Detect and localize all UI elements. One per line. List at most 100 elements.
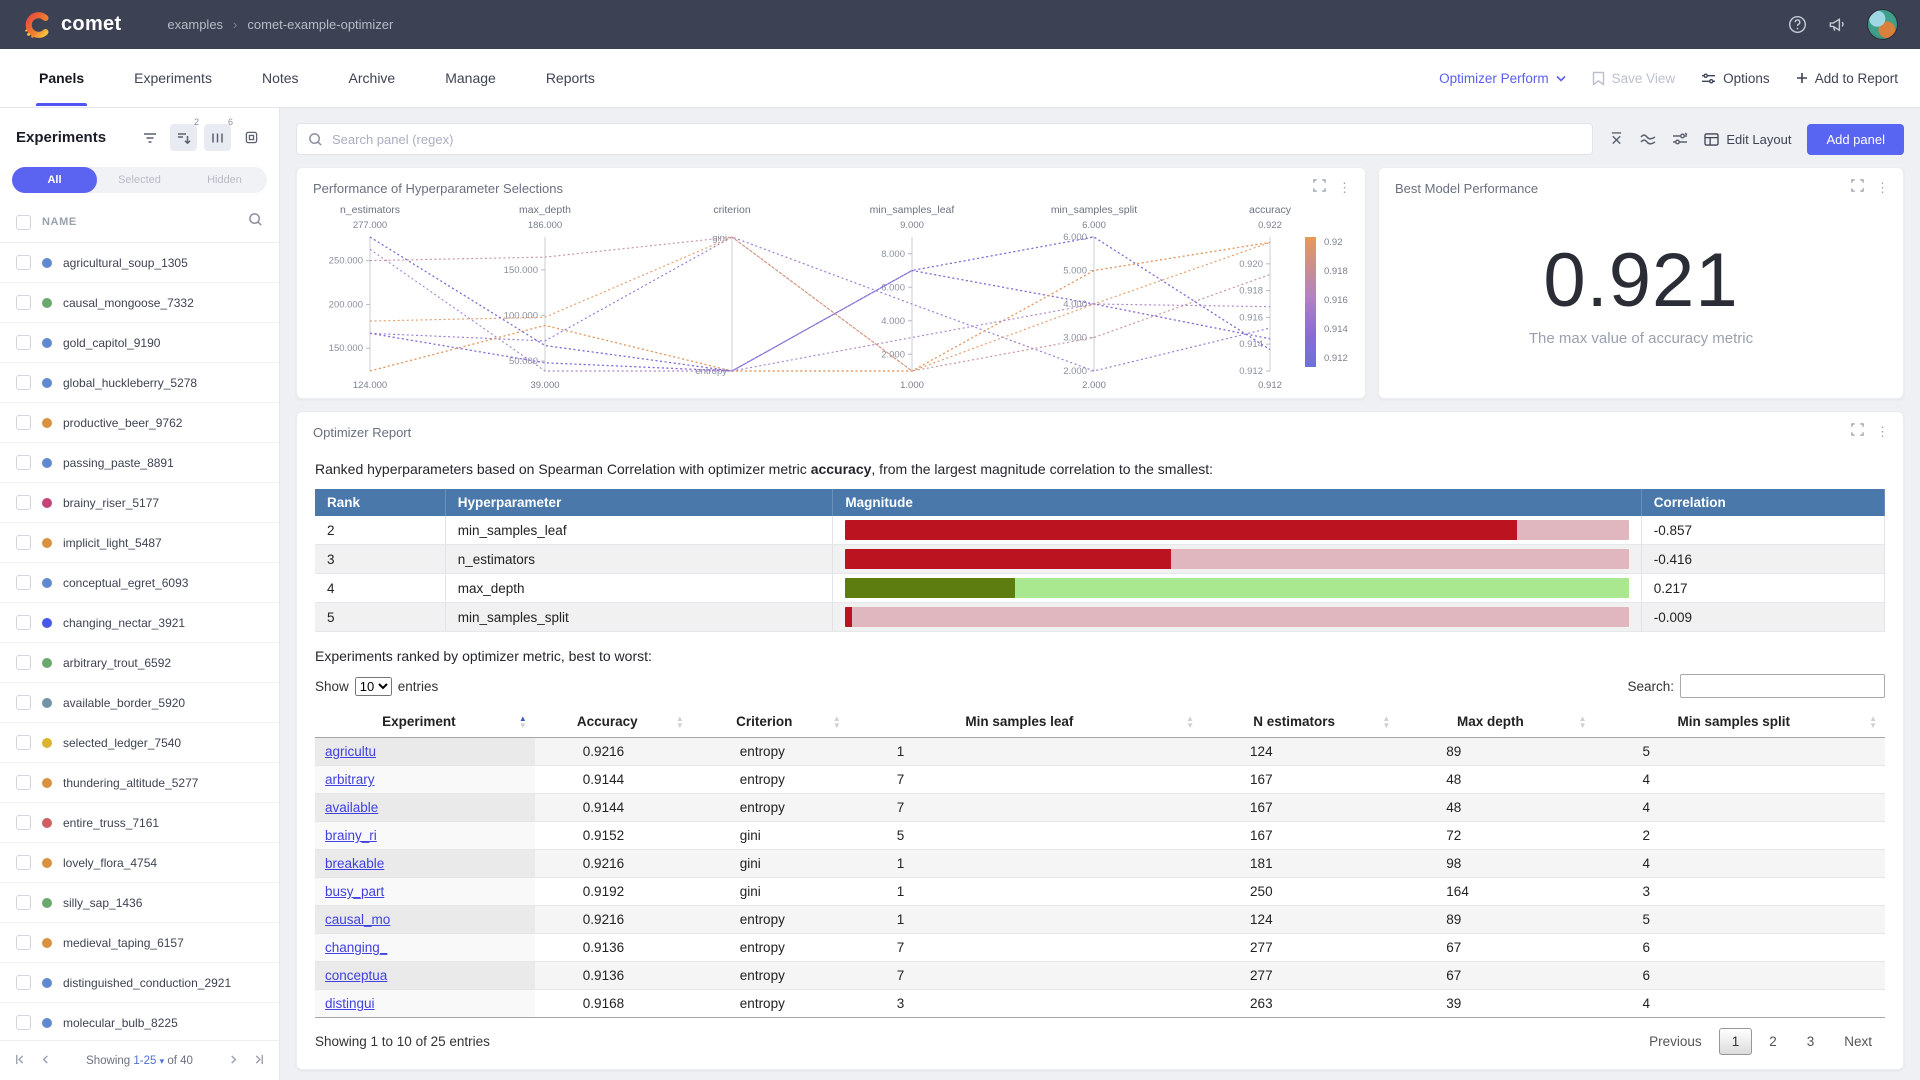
next-page-icon[interactable] bbox=[230, 1054, 238, 1068]
experiment-list-item[interactable]: brainy_riser_5177 bbox=[0, 483, 279, 523]
column-header-min-samples-split[interactable]: Min samples split▲▼ bbox=[1595, 706, 1885, 738]
experiment-list-item[interactable]: productive_beer_9762 bbox=[0, 403, 279, 443]
help-icon[interactable] bbox=[1788, 15, 1807, 34]
experiment-list-item[interactable]: silly_sap_1436 bbox=[0, 883, 279, 923]
experiment-checkbox[interactable] bbox=[16, 575, 31, 590]
edit-layout-button[interactable]: Edit Layout bbox=[1704, 132, 1791, 147]
experiment-checkbox[interactable] bbox=[16, 495, 31, 510]
compare-view-icon[interactable] bbox=[238, 124, 265, 151]
experiment-list-item[interactable]: selected_ledger_7540 bbox=[0, 723, 279, 763]
group-columns-icon[interactable]: 6 bbox=[204, 124, 231, 151]
expand-panel-icon[interactable] bbox=[1851, 179, 1864, 197]
panel-menu-icon[interactable]: ⋮ bbox=[1338, 180, 1351, 196]
experiment-list-item[interactable]: arbitrary_trout_6592 bbox=[0, 643, 279, 683]
announcements-megaphone-icon[interactable] bbox=[1827, 15, 1847, 34]
experiment-list-item[interactable]: thundering_altitude_5277 bbox=[0, 763, 279, 803]
experiment-list-item[interactable]: global_huckleberry_5278 bbox=[0, 363, 279, 403]
filter-pill-hidden[interactable]: Hidden bbox=[182, 167, 267, 193]
breadcrumb-project[interactable]: comet-example-optimizer bbox=[247, 17, 393, 32]
first-page-icon[interactable] bbox=[14, 1054, 25, 1068]
experiment-list-item[interactable]: lovely_flora_4754 bbox=[0, 843, 279, 883]
experiment-checkbox[interactable] bbox=[16, 975, 31, 990]
table-search-input[interactable] bbox=[1680, 674, 1885, 698]
breadcrumb-workspace[interactable]: examples bbox=[167, 17, 223, 32]
panel-menu-icon[interactable]: ⋮ bbox=[1876, 424, 1889, 440]
experiment-list-item[interactable]: agricultural_soup_1305 bbox=[0, 243, 279, 283]
x-axis-settings-icon[interactable] bbox=[1609, 132, 1624, 146]
column-header-max-depth[interactable]: Max depth▲▼ bbox=[1398, 706, 1594, 738]
tab-notes[interactable]: Notes bbox=[237, 50, 324, 106]
view-selector-dropdown[interactable]: Optimizer Perform bbox=[1439, 71, 1566, 86]
column-header-experiment[interactable]: Experiment▲▼ bbox=[315, 706, 535, 738]
tab-panels[interactable]: Panels bbox=[14, 50, 109, 106]
panel-search-input[interactable] bbox=[332, 132, 1581, 147]
page-range-dropdown[interactable]: 1-25 ▾ bbox=[133, 1055, 164, 1067]
select-all-checkbox[interactable] bbox=[16, 215, 31, 230]
experiment-checkbox[interactable] bbox=[16, 255, 31, 270]
experiment-checkbox[interactable] bbox=[16, 775, 31, 790]
experiment-link[interactable]: distingui bbox=[325, 996, 375, 1011]
prev-page-icon[interactable] bbox=[41, 1054, 49, 1068]
experiment-list-item[interactable]: conceptual_egret_6093 bbox=[0, 563, 279, 603]
add-panel-button[interactable]: Add panel bbox=[1807, 124, 1904, 155]
panel-menu-icon[interactable]: ⋮ bbox=[1876, 180, 1889, 196]
experiment-list-item[interactable]: implicit_light_5487 bbox=[0, 523, 279, 563]
options-button[interactable]: Options bbox=[1701, 71, 1770, 86]
experiment-link[interactable]: busy_part bbox=[325, 884, 384, 899]
expand-panel-icon[interactable] bbox=[1313, 179, 1326, 197]
column-header-n-estimators[interactable]: N estimators▲▼ bbox=[1202, 706, 1398, 738]
tab-archive[interactable]: Archive bbox=[324, 50, 421, 106]
experiment-link[interactable]: breakable bbox=[325, 856, 384, 871]
experiment-checkbox[interactable] bbox=[16, 695, 31, 710]
sort-experiments-icon[interactable]: 2 bbox=[170, 124, 197, 151]
next-page-button[interactable]: Next bbox=[1831, 1028, 1885, 1055]
tab-experiments[interactable]: Experiments bbox=[109, 50, 237, 106]
experiment-checkbox[interactable] bbox=[16, 855, 31, 870]
experiment-link[interactable]: conceptua bbox=[325, 968, 387, 983]
expand-panel-icon[interactable] bbox=[1851, 423, 1864, 441]
previous-page-button[interactable]: Previous bbox=[1636, 1028, 1715, 1055]
experiment-checkbox[interactable] bbox=[16, 535, 31, 550]
page-button-1[interactable]: 1 bbox=[1719, 1028, 1753, 1055]
experiment-link[interactable]: available bbox=[325, 800, 378, 815]
column-header-min-samples-leaf[interactable]: Min samples leaf▲▼ bbox=[849, 706, 1202, 738]
experiment-list-item[interactable]: gold_capitol_9190 bbox=[0, 323, 279, 363]
page-button-2[interactable]: 2 bbox=[1756, 1028, 1790, 1055]
experiment-checkbox[interactable] bbox=[16, 295, 31, 310]
experiment-checkbox[interactable] bbox=[16, 375, 31, 390]
experiment-checkbox[interactable] bbox=[16, 735, 31, 750]
save-view-button[interactable]: Save View bbox=[1592, 71, 1676, 86]
experiment-checkbox[interactable] bbox=[16, 615, 31, 630]
parallel-coordinates-chart[interactable]: n_estimators277.000150.000200.000250.000… bbox=[297, 199, 1365, 404]
outliers-filter-icon[interactable] bbox=[1672, 132, 1688, 146]
experiment-checkbox[interactable] bbox=[16, 815, 31, 830]
column-header-accuracy[interactable]: Accuracy▲▼ bbox=[535, 706, 692, 738]
experiment-list-item[interactable]: available_border_5920 bbox=[0, 683, 279, 723]
user-avatar[interactable] bbox=[1867, 9, 1898, 40]
experiment-link[interactable]: changing_ bbox=[325, 940, 387, 955]
experiment-checkbox[interactable] bbox=[16, 415, 31, 430]
experiment-list-item[interactable]: distinguished_conduction_2921 bbox=[0, 963, 279, 1003]
filter-pill-all[interactable]: All bbox=[12, 167, 97, 193]
experiment-checkbox[interactable] bbox=[16, 655, 31, 670]
add-to-report-button[interactable]: Add to Report bbox=[1796, 71, 1898, 86]
experiment-checkbox[interactable] bbox=[16, 455, 31, 470]
smoothing-icon[interactable] bbox=[1640, 133, 1656, 145]
experiment-link[interactable]: causal_mo bbox=[325, 912, 390, 927]
experiment-list-item[interactable]: passing_paste_8891 bbox=[0, 443, 279, 483]
tab-reports[interactable]: Reports bbox=[521, 50, 620, 106]
experiment-checkbox[interactable] bbox=[16, 335, 31, 350]
experiment-checkbox[interactable] bbox=[16, 1015, 31, 1030]
comet-logo[interactable]: comet bbox=[22, 10, 121, 40]
experiment-list-item[interactable]: molecular_bulb_8225 bbox=[0, 1003, 279, 1043]
experiment-list-item[interactable]: changing_nectar_3921 bbox=[0, 603, 279, 643]
filter-pill-selected[interactable]: Selected bbox=[97, 167, 182, 193]
experiment-checkbox[interactable] bbox=[16, 935, 31, 950]
experiment-list-item[interactable]: causal_mongoose_7332 bbox=[0, 283, 279, 323]
filter-experiments-icon[interactable] bbox=[136, 124, 163, 151]
experiment-link[interactable]: brainy_ri bbox=[325, 828, 377, 843]
last-page-icon[interactable] bbox=[254, 1054, 265, 1068]
column-header-criterion[interactable]: Criterion▲▼ bbox=[692, 706, 849, 738]
search-experiments-icon[interactable] bbox=[248, 212, 263, 232]
experiment-list-item[interactable]: medieval_taping_6157 bbox=[0, 923, 279, 963]
